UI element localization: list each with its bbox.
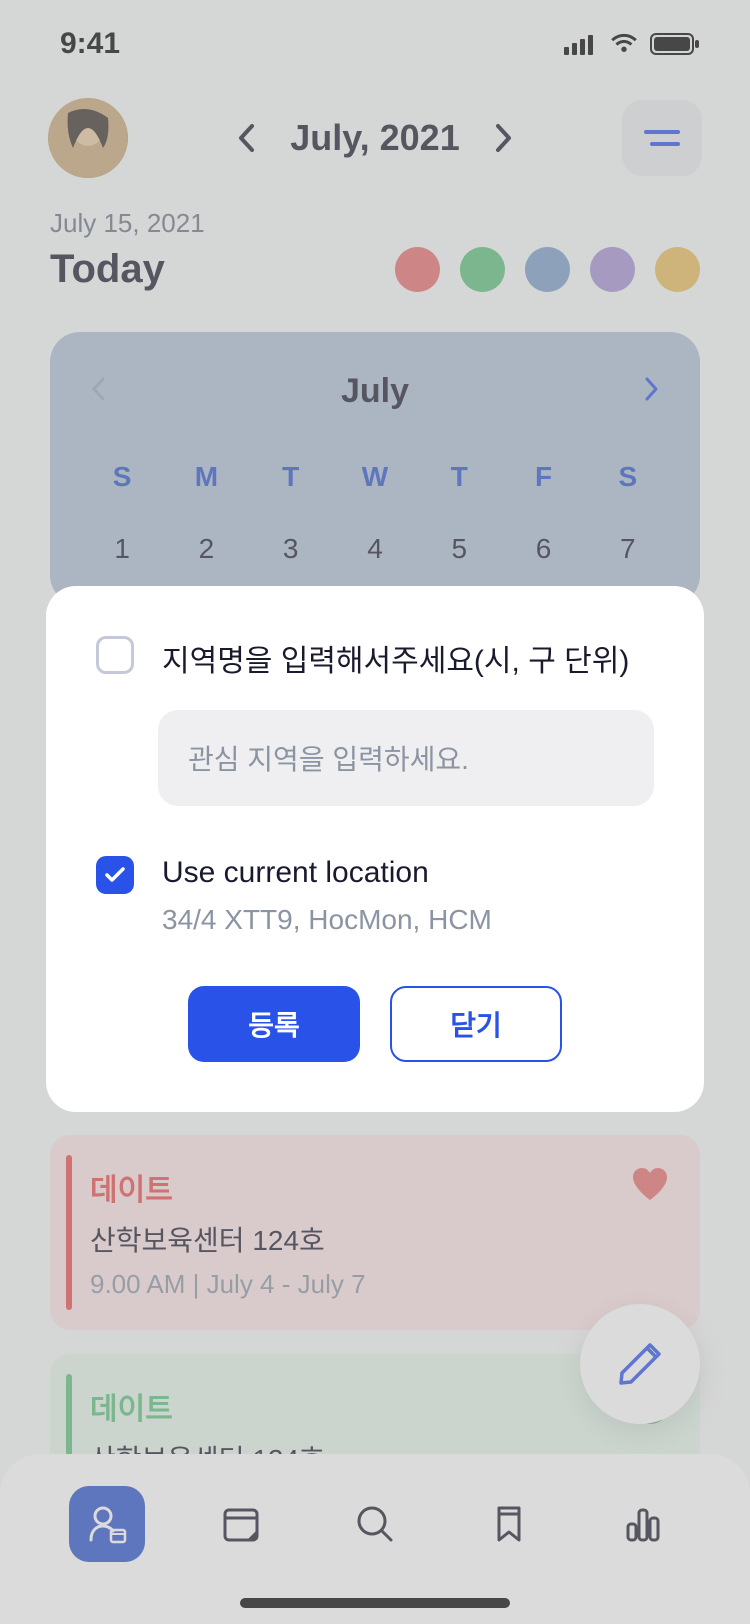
location-modal: 지역명을 입력해서주세요(시, 구 단위) 관심 지역을 입력하세요. Use … <box>46 586 704 1112</box>
region-checkbox[interactable] <box>96 636 134 674</box>
use-location-label: Use current location <box>162 856 654 890</box>
current-location-value: 34/4 XTT9, HocMon, HCM <box>162 904 654 936</box>
close-button[interactable]: 닫기 <box>390 986 562 1062</box>
region-input[interactable]: 관심 지역을 입력하세요. <box>158 710 654 806</box>
register-button[interactable]: 등록 <box>188 986 360 1062</box>
region-label: 지역명을 입력해서주세요(시, 구 단위) <box>162 636 654 680</box>
check-icon <box>104 866 126 884</box>
use-location-checkbox[interactable] <box>96 856 134 894</box>
